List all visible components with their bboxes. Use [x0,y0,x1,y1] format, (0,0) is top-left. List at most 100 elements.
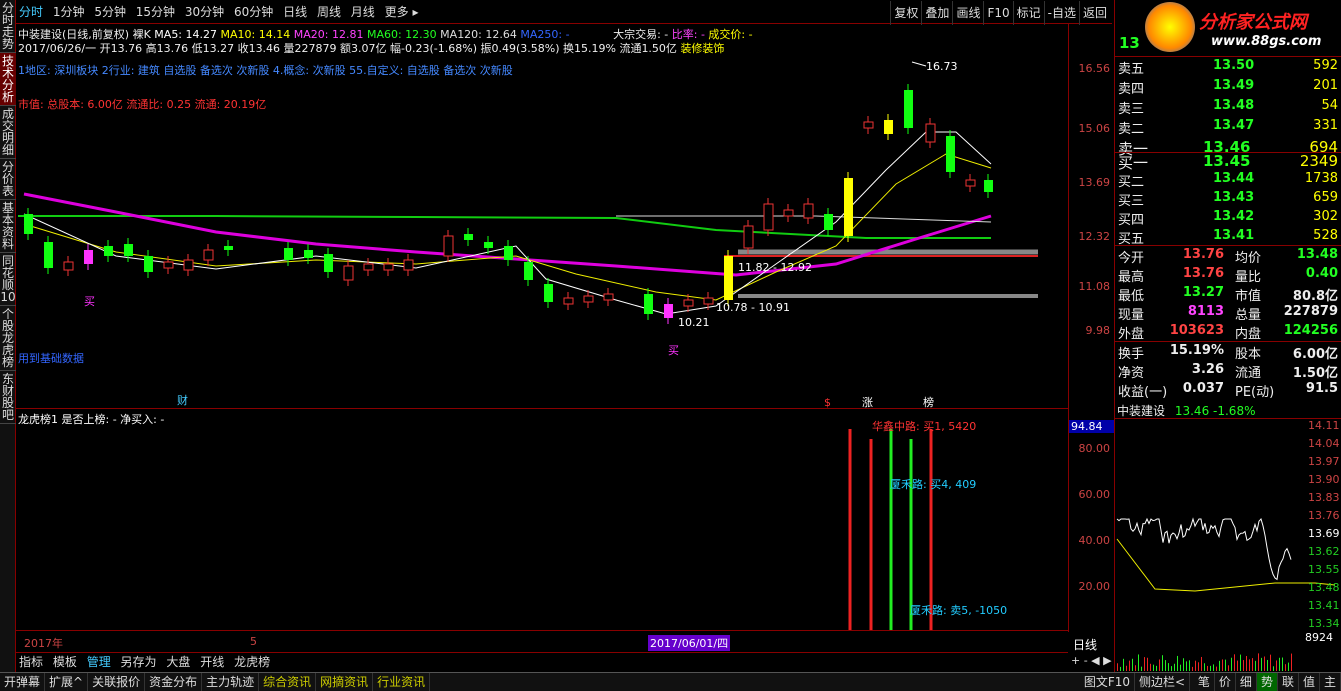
candle-body [844,178,853,236]
quote-label: 买二 [1118,175,1145,190]
mini-tick: 13.97 [1308,455,1340,468]
mini-vol-bar [1219,660,1220,671]
candle-body [583,295,594,303]
danmaku-button[interactable]: 开弹幕 [0,673,46,691]
price-icon[interactable]: 价 [1215,673,1236,691]
price-tick: 13.69 [1078,176,1111,189]
candle-body [644,294,653,314]
tab-5min[interactable]: 5分钟 [91,0,129,24]
price-tick: 15.06 [1078,122,1111,135]
candle-body [703,297,714,305]
digest-news-button[interactable]: 网摘资讯 [316,673,374,691]
candles [24,84,993,324]
tab-more[interactable]: 更多 ▸ [382,0,422,24]
price-tick: 16.56 [1078,62,1111,75]
mini-vol-bar [1228,665,1229,671]
sub-tick: 80.00 [1078,442,1111,455]
sidebar-toggle-button[interactable]: 侧边栏< [1135,673,1191,691]
tab-fenshi[interactable]: 分时 [16,0,46,24]
mini-vol-bar [1249,659,1250,671]
quote-price: 13.50 [1213,58,1255,73]
top-right-buttons: 复权 叠加 画线 F10 标记 -自选 返回 [890,1,1110,25]
quote-price: 13.41 [1213,228,1255,243]
left-tab[interactable]: 分价表 [0,159,16,200]
tab-open-line[interactable]: 开线 [197,653,227,672]
related-quote-button[interactable]: 关联报价 [88,673,146,691]
quote-volume: 592 [1313,58,1338,73]
tab-manage[interactable]: 管理 [84,653,114,672]
kline-chart[interactable]: 中装建设(日线,前复权) 裸K MA5: 14.27 MA10: 14.14 M… [16,24,1068,408]
left-tab[interactable]: 成交明细 [0,106,16,159]
general-news-button[interactable]: 综合资讯 [259,673,317,691]
year-label: 2017年 [24,637,63,650]
mini-chart[interactable]: 14.11 14.04 13.97 13.90 13.83 13.76 13.69 13.62… [1115,418,1341,672]
f10-graphic-button[interactable]: 图文F10 [1080,673,1135,691]
fund-distribution-button[interactable]: 资金分布 [145,673,203,691]
stat-cell: 外盘 [1118,327,1145,342]
finance-marker: 财 [177,393,188,407]
mini-vol-bar [1282,657,1283,671]
stat-cell: 8113 [1187,304,1224,319]
dragon-tiger-indicator[interactable]: 龙虎榜1 是否上榜: - 净买入: - 华鑫中路: 买1, 5420 厦禾路: … [16,408,1068,631]
tab-save-as[interactable]: 另存为 [118,653,160,672]
left-tab[interactable]: 基本资料 [0,200,16,253]
value-icon[interactable]: 值 [1299,673,1320,691]
quote-volume: 659 [1313,190,1338,205]
zoom-controls[interactable]: + - ◀ ▶ [1071,654,1112,667]
sub-tick: 60.00 [1078,488,1111,501]
left-tab[interactable]: 个股龙虎榜 [0,306,16,371]
quote-row: 买四 13.42 302 [1115,209,1341,228]
tab-dragon-tiger[interactable]: 龙虎榜 [231,653,273,672]
mini-vol-bar [1210,665,1211,671]
quote-label: 卖三 [1118,102,1145,117]
quote-label: 卖四 [1118,82,1145,97]
low-annotation: 10.21 [678,316,710,329]
left-tab[interactable]: 同花顺10 [0,253,16,306]
link-icon[interactable]: 联 [1278,673,1299,691]
remove-watchlist-button[interactable]: -自选 [1043,1,1079,25]
candle-body [763,203,774,231]
mini-tick: 13.62 [1308,545,1340,558]
mark-button[interactable]: 标记 [1012,1,1044,25]
industry-news-button[interactable]: 行业资讯 [373,673,431,691]
quote-label: 买三 [1118,194,1145,209]
range1-annotation: 11.82 - 12.92 [738,261,812,274]
stat-cell: 均价 [1235,251,1262,266]
tab-monthly[interactable]: 月线 [348,0,378,24]
trend-icon[interactable]: 势 [1256,673,1278,691]
mini-vol-bar [1147,657,1148,671]
left-tab[interactable]: 分时走势 [0,0,16,53]
tab-template[interactable]: 模板 [50,653,80,672]
tab-indicator[interactable]: 指标 [16,653,46,672]
sub-svg: 华鑫中路: 买1, 5420 厦禾路: 买4, 409 厦禾路: 卖5, -10… [848,419,1007,631]
tab-1min[interactable]: 1分钟 [50,0,88,24]
tab-daily[interactable]: 日线 [280,0,310,24]
back-button[interactable]: 返回 [1078,1,1110,25]
mini-name: 中装建设 [1117,404,1166,418]
pen-icon[interactable]: 笔 [1194,673,1215,691]
draw-button[interactable]: 画线 [952,1,983,25]
tab-30min[interactable]: 30分钟 [182,0,227,24]
stat-cell: 80.8亿 [1292,289,1338,304]
mini-vol-bar [1291,653,1292,671]
main-icon[interactable]: 主 [1320,673,1341,691]
mini-vol-bar [1258,653,1259,671]
detail-icon[interactable]: 细 [1236,673,1257,691]
candle-body [403,259,414,271]
stat-cell: 量比 [1235,270,1262,285]
mini-vol-bar [1267,659,1268,671]
expand-button[interactable]: 扩展^ [45,673,89,691]
mini-vol-bar [1117,663,1118,671]
left-tab[interactable]: 东财股吧 [0,371,16,424]
overlay-button[interactable]: 叠加 [921,1,952,25]
tab-60min[interactable]: 60分钟 [231,0,276,24]
tab-15min[interactable]: 15分钟 [133,0,178,24]
left-tab[interactable]: 技术分析 [0,53,16,106]
main-track-button[interactable]: 主力轨迹 [202,673,260,691]
tab-market[interactable]: 大盘 [163,653,193,672]
fuquan-button[interactable]: 复权 [890,1,921,25]
tab-weekly[interactable]: 周线 [314,0,344,24]
stat-row: 今开 13.76 均价 13.48 [1115,247,1341,266]
f10-button[interactable]: F10 [983,1,1012,25]
quote-label: 卖五 [1118,62,1145,77]
